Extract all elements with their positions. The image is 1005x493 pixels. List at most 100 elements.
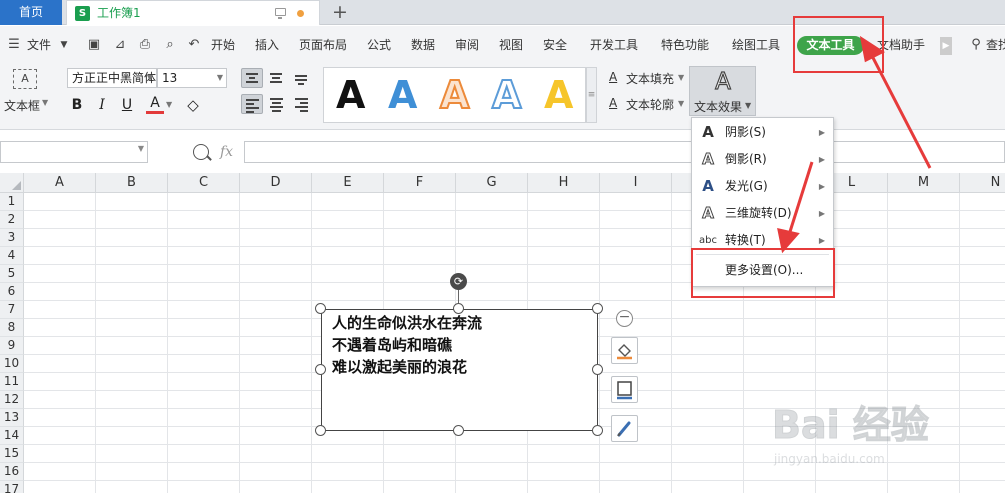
bold-button[interactable]: B: [68, 95, 86, 115]
column-header[interactable]: C: [168, 173, 240, 193]
font-color-button[interactable]: A: [146, 95, 164, 114]
save-icon[interactable]: ▣: [86, 38, 102, 52]
chevron-down-icon[interactable]: ▼: [42, 98, 48, 107]
align-right-button[interactable]: [291, 94, 313, 114]
row-header[interactable]: 16: [0, 463, 24, 481]
resize-handle[interactable]: [592, 364, 603, 375]
column-header[interactable]: M: [888, 173, 960, 193]
row-header[interactable]: 4: [0, 247, 24, 265]
resize-handle[interactable]: [453, 303, 464, 314]
formula-input[interactable]: [244, 141, 1005, 163]
menu-file[interactable]: 文件: [27, 26, 51, 64]
menu-item-glow[interactable]: A 发光(G) ▶: [692, 173, 833, 200]
chevron-down-icon[interactable]: ▼: [678, 99, 684, 108]
row-header[interactable]: 7: [0, 301, 24, 319]
align-center-button[interactable]: [266, 94, 288, 114]
row-header[interactable]: 2: [0, 211, 24, 229]
print-preview-icon[interactable]: ⌕: [162, 38, 178, 52]
resize-handle[interactable]: [315, 364, 326, 375]
text-fill-icon[interactable]: A: [609, 70, 617, 84]
chevron-down-icon[interactable]: ▼: [166, 100, 172, 109]
row-header[interactable]: 9: [0, 337, 24, 355]
column-header[interactable]: D: [240, 173, 312, 193]
row-header[interactable]: 17: [0, 481, 24, 493]
fill-bucket-icon[interactable]: [611, 337, 638, 364]
textbox-button[interactable]: 文本框: [4, 97, 40, 114]
row-header[interactable]: 15: [0, 445, 24, 463]
gallery-expand-icon[interactable]: ≡: [586, 67, 597, 123]
format-painter-icon[interactable]: ⊿: [112, 38, 128, 52]
collapse-minus-icon[interactable]: −: [616, 310, 633, 327]
text-style-blue[interactable]: A: [388, 72, 417, 118]
resize-handle[interactable]: [592, 303, 603, 314]
underline-button[interactable]: U: [118, 95, 136, 115]
rotate-icon[interactable]: ⟳: [450, 273, 467, 290]
align-top-button[interactable]: [241, 68, 263, 88]
column-header[interactable]: B: [96, 173, 168, 193]
column-header[interactable]: I: [600, 173, 672, 193]
menu-review[interactable]: 审阅: [455, 26, 479, 64]
menu-developer-tools[interactable]: 开发工具: [590, 26, 638, 64]
menu-page-layout[interactable]: 页面布局: [299, 26, 347, 64]
align-middle-button[interactable]: [266, 68, 288, 88]
row-header[interactable]: 5: [0, 265, 24, 283]
tab-workbook[interactable]: S 工作簿1: [66, 0, 320, 25]
italic-button[interactable]: I: [93, 95, 111, 115]
brush-icon[interactable]: [611, 415, 638, 442]
menu-special-features[interactable]: 特色功能: [661, 26, 709, 64]
menu-start[interactable]: 开始: [211, 26, 235, 64]
text-effect-button[interactable]: A 文本效果 ▼: [689, 66, 756, 116]
row-header[interactable]: 13: [0, 409, 24, 427]
column-header[interactable]: G: [456, 173, 528, 193]
column-header[interactable]: N: [960, 173, 1005, 193]
column-header[interactable]: F: [384, 173, 456, 193]
undo-icon[interactable]: ↶: [186, 38, 202, 52]
search-icon[interactable]: ⚲: [968, 38, 984, 52]
menu-insert[interactable]: 插入: [255, 26, 279, 64]
row-header[interactable]: 14: [0, 427, 24, 445]
chevron-down-icon[interactable]: ▼: [56, 38, 72, 52]
row-header[interactable]: 11: [0, 373, 24, 391]
text-style-gold[interactable]: A: [544, 72, 573, 118]
align-left-button[interactable]: [241, 94, 263, 114]
menu-view[interactable]: 视图: [499, 26, 523, 64]
menu-drawing-tools[interactable]: 绘图工具: [732, 26, 780, 64]
row-header[interactable]: 6: [0, 283, 24, 301]
text-outline-button[interactable]: 文本轮廓: [626, 96, 674, 113]
new-tab-plus-icon[interactable]: +: [330, 0, 350, 25]
monitor-icon[interactable]: [275, 8, 286, 19]
select-all-corner[interactable]: [0, 173, 24, 193]
column-header[interactable]: H: [528, 173, 600, 193]
zoom-icon[interactable]: [193, 144, 209, 160]
row-header[interactable]: 3: [0, 229, 24, 247]
text-fill-button[interactable]: 文本填充: [626, 70, 674, 87]
hamburger-menu-icon[interactable]: ☰: [6, 38, 22, 52]
tab-home[interactable]: 首页: [0, 0, 62, 25]
menu-item-3d-rotation[interactable]: A 三维旋转(D) ▶: [692, 200, 833, 227]
text-outline-icon[interactable]: A: [609, 96, 617, 110]
selected-textbox[interactable]: 人的生命似洪水在奔流 不遇着岛屿和暗礁 难以激起美丽的浪花: [321, 309, 598, 431]
column-header[interactable]: E: [312, 173, 384, 193]
resize-handle[interactable]: [315, 303, 326, 314]
menu-formula[interactable]: 公式: [367, 26, 391, 64]
resize-handle[interactable]: [315, 425, 326, 436]
row-header[interactable]: 12: [0, 391, 24, 409]
name-box[interactable]: ▼: [0, 141, 148, 163]
menu-item-reflection[interactable]: A 倒影(R) ▶: [692, 146, 833, 173]
row-header[interactable]: 8: [0, 319, 24, 337]
font-name-select[interactable]: 方正正中黑简体 ▼: [67, 68, 157, 88]
row-header[interactable]: 1: [0, 193, 24, 211]
menu-data[interactable]: 数据: [411, 26, 435, 64]
chevron-down-icon[interactable]: ▼: [678, 73, 684, 82]
font-size-select[interactable]: 13 ▼: [157, 68, 227, 88]
fx-icon[interactable]: fx: [220, 141, 233, 163]
text-style-blue-outline[interactable]: A: [491, 72, 522, 118]
text-style-orange-outline[interactable]: A: [439, 72, 470, 118]
menu-security[interactable]: 安全: [543, 26, 567, 64]
menu-search[interactable]: 查找: [986, 26, 1005, 64]
column-header[interactable]: A: [24, 173, 96, 193]
align-bottom-button[interactable]: [291, 68, 313, 88]
outline-icon[interactable]: [611, 376, 638, 403]
resize-handle[interactable]: [592, 425, 603, 436]
menu-item-shadow[interactable]: A 阴影(S) ▶: [692, 119, 833, 146]
